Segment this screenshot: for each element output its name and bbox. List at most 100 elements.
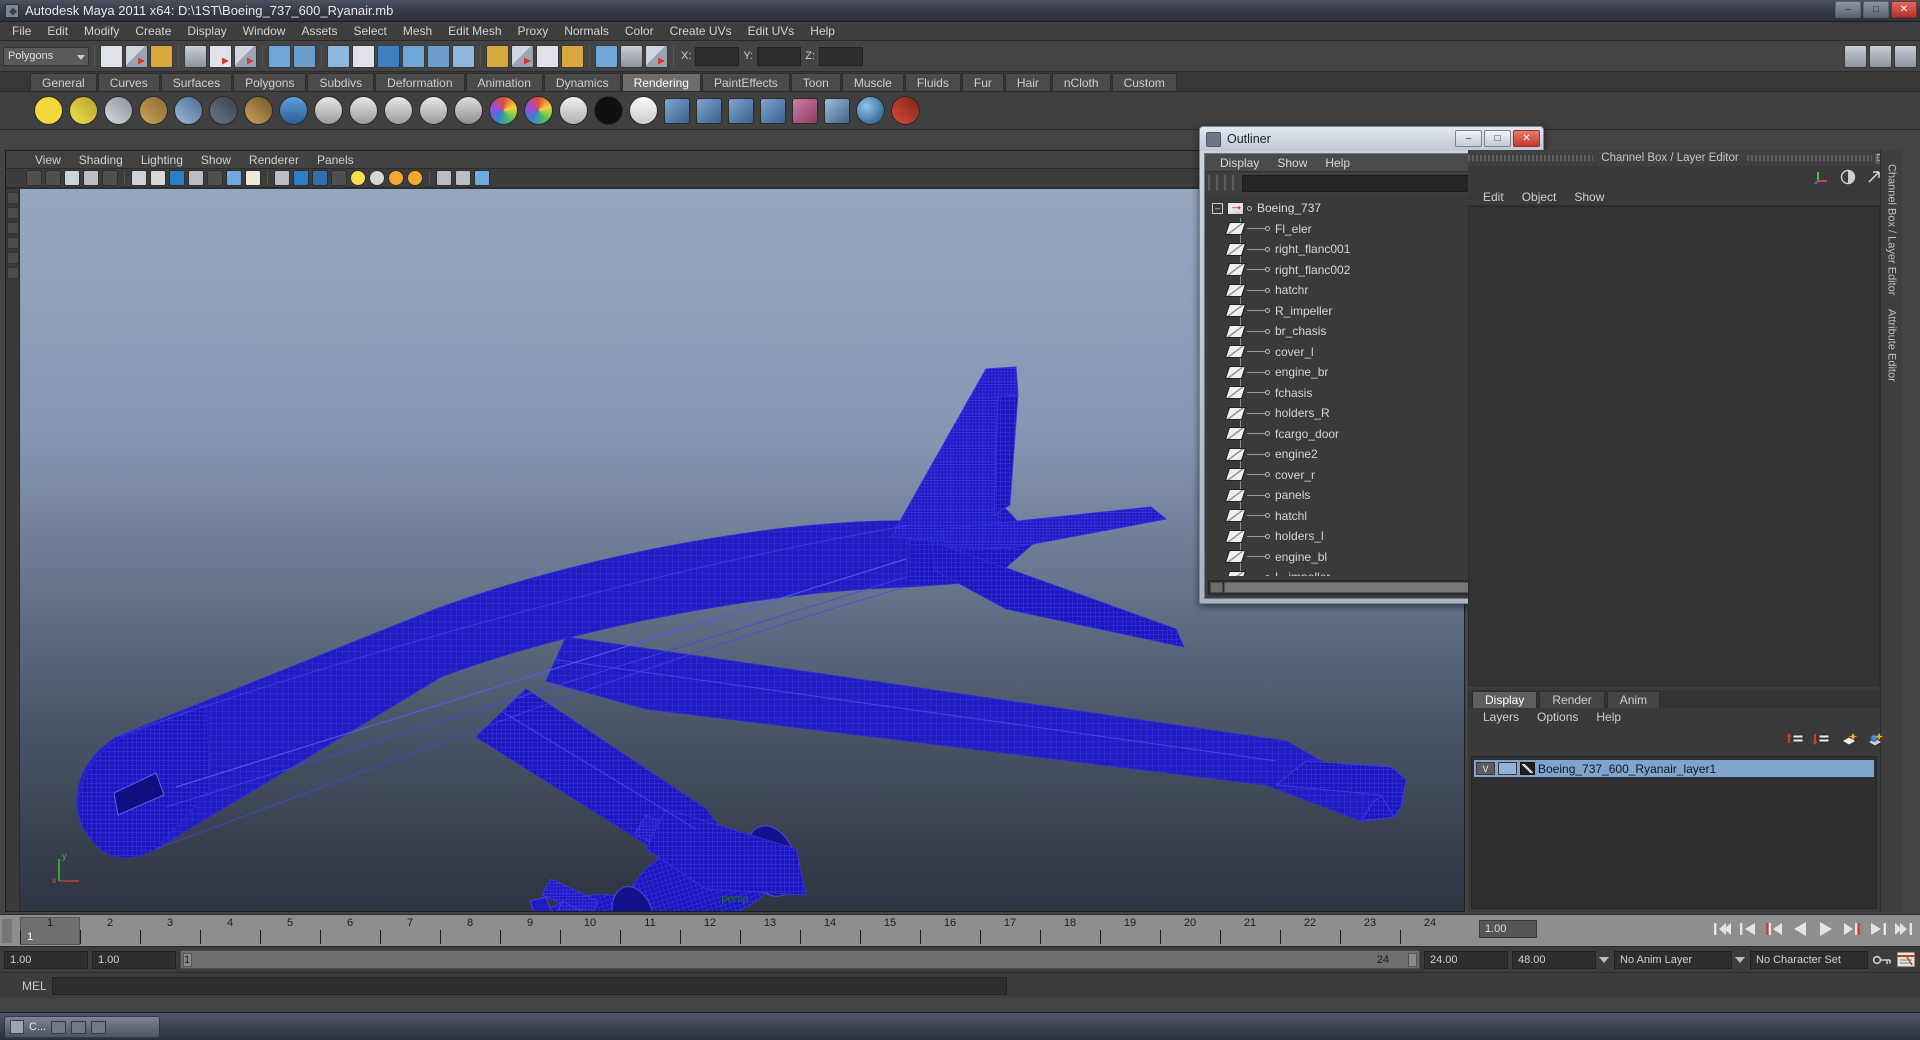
shelf-light-linking-icon[interactable] [244, 96, 273, 125]
ipr-render-button[interactable] [327, 44, 350, 68]
shelf-tab-polygons[interactable]: Polygons [233, 73, 307, 91]
shelf-tab-animation[interactable]: Animation [465, 73, 543, 91]
viewport-menu-view[interactable]: View [26, 153, 70, 167]
menu-item-proxy[interactable]: Proxy [510, 23, 557, 39]
viewport-menu-shading[interactable]: Shading [70, 153, 132, 167]
play-backwards-icon[interactable] [1790, 919, 1810, 939]
shelf-color-chooser-icon[interactable] [524, 96, 553, 125]
time-slider-track[interactable]: 1 1 2 3 4 5 6 7 8 9 10 11 12 13 14 15 16 17 18 19 20 21 22 23 2… [20, 917, 1460, 945]
window-controls[interactable]: – □ ✕ [1835, 1, 1917, 18]
range-slider[interactable]: 1 24 [180, 950, 1420, 969]
shelf-phong-material-icon[interactable] [384, 96, 413, 125]
smooth-shade-all-icon[interactable] [293, 170, 309, 186]
use-default-lighting-icon[interactable] [350, 170, 366, 186]
open-script-editor-button[interactable] [536, 44, 559, 68]
go-to-end-icon[interactable] [1894, 919, 1914, 939]
shelf-texture-file-icon[interactable] [696, 97, 722, 124]
construction-history-button[interactable] [268, 44, 291, 68]
shelf-tab-muscle[interactable]: Muscle [841, 73, 904, 91]
taskbar-app-button[interactable]: C... [4, 1016, 160, 1038]
move-layer-up-icon[interactable] [1786, 731, 1804, 747]
camera-attributes-icon[interactable] [45, 170, 61, 186]
chevron-down-icon[interactable] [1735, 956, 1745, 963]
mel-command-input[interactable] [51, 976, 1007, 995]
expand-collapse-toggle[interactable]: – [1212, 202, 1223, 214]
select-camera-icon[interactable] [26, 170, 42, 186]
rendering-flags-button[interactable] [452, 44, 475, 68]
shelf-white-surface-icon[interactable] [559, 96, 588, 125]
display-layer-list[interactable]: V Boeing_737_600_Ryanair_layer1 [1471, 756, 1877, 909]
menu-item-help[interactable]: Help [802, 23, 843, 39]
input-connections-button[interactable] [486, 44, 509, 68]
shelf-tab-painteffects[interactable]: PaintEffects [701, 73, 790, 91]
shelf-texture-noise-icon[interactable] [760, 97, 786, 124]
paint-select-tool-icon[interactable] [7, 222, 19, 234]
snap-to-point-button[interactable] [234, 44, 257, 68]
use-all-lights-icon[interactable] [369, 170, 385, 186]
transform-z-field[interactable] [818, 46, 863, 66]
shelf-tab-dynamics[interactable]: Dynamics [543, 73, 621, 91]
gate-mask-icon[interactable] [188, 170, 204, 186]
two-d-pan-zoom-icon[interactable] [102, 170, 118, 186]
shelf-tab-general[interactable]: General [30, 73, 97, 91]
outliner-close-button[interactable]: ✕ [1513, 130, 1540, 147]
output-connections-button[interactable] [511, 44, 534, 68]
shelf-tab-fluids[interactable]: Fluids [904, 73, 961, 91]
shelf-texture-checker-icon[interactable] [664, 97, 690, 124]
channel-box-menu-edit[interactable]: Edit [1474, 190, 1513, 204]
viewport-menu-lighting[interactable]: Lighting [132, 153, 192, 167]
vertical-tab-attribute-editor[interactable]: Attribute Editor [1886, 309, 1898, 382]
menu-item-assets[interactable]: Assets [293, 23, 345, 39]
menu-item-modify[interactable]: Modify [76, 23, 127, 39]
move-axis-icon[interactable] [1814, 169, 1830, 185]
viewport-menu-renderer[interactable]: Renderer [240, 153, 308, 167]
outliner-window-controls[interactable]: – □ ✕ [1455, 130, 1540, 147]
time-slider-grip[interactable] [2, 919, 12, 943]
outliner-menu-help[interactable]: Help [1316, 156, 1359, 170]
scale-tool-icon[interactable] [7, 267, 19, 279]
render-current-frame-button[interactable] [402, 44, 425, 68]
shelf-texture-ramp-icon[interactable] [728, 97, 754, 124]
exposure-icon[interactable] [226, 170, 242, 186]
layer-tab-anim[interactable]: Anim [1606, 691, 1661, 708]
menu-item-mesh[interactable]: Mesh [395, 23, 440, 39]
channel-box-menu-object[interactable]: Object [1513, 190, 1566, 204]
shadows-icon[interactable] [407, 170, 423, 186]
layer-visibility-toggle[interactable]: V [1476, 762, 1495, 775]
transform-y-field[interactable] [757, 46, 802, 66]
create-empty-layer-icon[interactable] [1840, 731, 1858, 747]
shelf-tab-hair[interactable]: Hair [1004, 73, 1051, 91]
channel-box-menu-show[interactable]: Show [1565, 190, 1613, 204]
shelf-use-background-icon[interactable] [629, 96, 658, 125]
play-forwards-icon[interactable] [1816, 919, 1836, 939]
go-to-start-icon[interactable] [1712, 919, 1732, 939]
select-by-object-type-button[interactable] [125, 44, 148, 68]
step-back-key-icon[interactable] [1738, 919, 1758, 939]
resolution-gate-icon[interactable] [169, 170, 185, 186]
taskbar-minimize-icon[interactable] [51, 1020, 67, 1034]
shelf-tab-subdivs[interactable]: Subdivs [307, 73, 375, 91]
layer-list-item[interactable]: V Boeing_737_600_Ryanair_layer1 [1474, 760, 1874, 777]
select-tool-icon[interactable] [7, 192, 19, 204]
shelf-tab-curves[interactable]: Curves [97, 73, 160, 91]
shelf-lambert-material-icon[interactable] [314, 96, 343, 125]
anim-end-time-field[interactable]: 48.00 [1512, 950, 1609, 969]
layer-menu-layers[interactable]: Layers [1474, 710, 1528, 724]
time-slider[interactable]: 1 1 2 3 4 5 6 7 8 9 10 11 12 13 14 15 16 17 18 19 20 21 22 23 2… [0, 914, 1920, 946]
menu-item-create-uvs[interactable]: Create UVs [662, 23, 740, 39]
show-hide-modeling-toolkit-button[interactable] [1844, 44, 1867, 68]
render-view-button[interactable] [293, 44, 316, 68]
key-icon[interactable] [1872, 952, 1892, 968]
menu-item-color[interactable]: Color [617, 23, 662, 39]
outliner-title-bar[interactable]: Outliner – □ ✕ [1200, 127, 1543, 151]
taskbar-close-icon[interactable] [91, 1020, 107, 1034]
menu-item-edit-uvs[interactable]: Edit UVs [740, 23, 803, 39]
layer-color-swatch[interactable] [1520, 762, 1535, 775]
outliner-menu-show[interactable]: Show [1268, 156, 1316, 170]
shelf-tab-ncloth[interactable]: nCloth [1051, 73, 1111, 91]
layer-menu-help[interactable]: Help [1587, 710, 1630, 724]
shelf-ambient-light-icon[interactable] [209, 96, 238, 125]
outliner-maximize-button[interactable]: □ [1484, 130, 1511, 147]
menu-item-display[interactable]: Display [179, 23, 234, 39]
batch-render-button[interactable] [427, 44, 450, 68]
